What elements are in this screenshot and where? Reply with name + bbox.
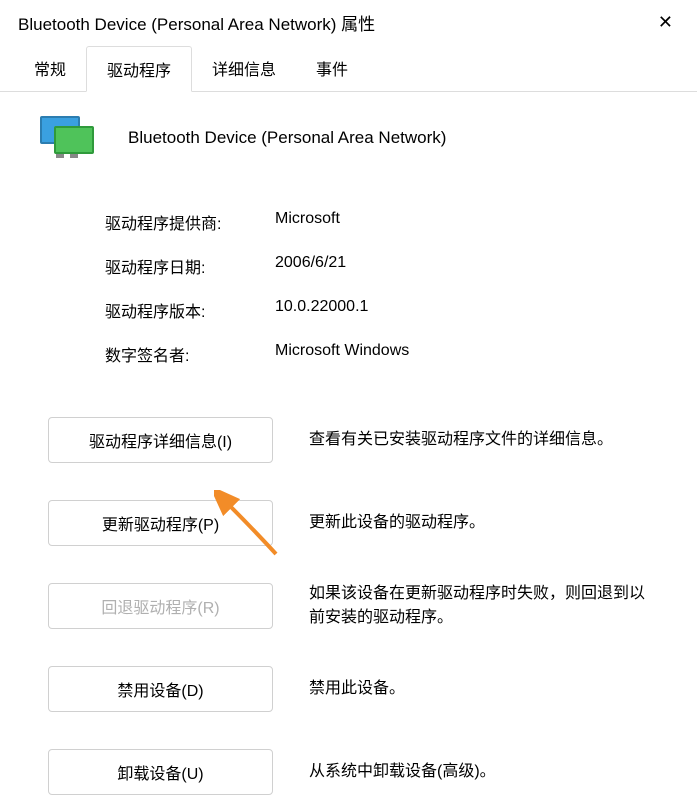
driver-provider-label: 驱动程序提供商: (105, 210, 275, 234)
tab-content: Bluetooth Device (Personal Area Network)… (0, 92, 697, 799)
device-header: Bluetooth Device (Personal Area Network) (40, 116, 657, 160)
tab-events[interactable]: 事件 (296, 46, 368, 92)
driver-version-label: 驱动程序版本: (105, 298, 275, 322)
update-driver-desc: 更新此设备的驱动程序。 (309, 511, 657, 535)
driver-details-desc: 查看有关已安装驱动程序文件的详细信息。 (309, 428, 657, 452)
update-driver-button[interactable]: 更新驱动程序(P) (48, 500, 273, 546)
window-title: Bluetooth Device (Personal Area Network)… (18, 10, 375, 35)
driver-version-row: 驱动程序版本: 10.0.22000.1 (40, 288, 657, 332)
digital-signer-value: Microsoft Windows (275, 342, 409, 366)
driver-date-row: 驱动程序日期: 2006/6/21 (40, 244, 657, 288)
driver-details-button[interactable]: 驱动程序详细信息(I) (48, 417, 273, 463)
tab-bar: 常规 驱动程序 详细信息 事件 (0, 45, 697, 92)
close-icon[interactable]: ✕ (650, 8, 681, 37)
titlebar: Bluetooth Device (Personal Area Network)… (0, 0, 697, 45)
network-device-icon (40, 116, 98, 160)
disable-device-desc: 禁用此设备。 (309, 677, 657, 701)
uninstall-device-desc: 从系统中卸载设备(高级)。 (309, 760, 657, 784)
driver-details-row: 驱动程序详细信息(I) 查看有关已安装驱动程序文件的详细信息。 (48, 412, 657, 467)
driver-version-value: 10.0.22000.1 (275, 298, 368, 322)
tab-details[interactable]: 详细信息 (192, 46, 296, 92)
driver-date-label: 驱动程序日期: (105, 254, 275, 278)
rollback-driver-row: 回退驱动程序(R) 如果该设备在更新驱动程序时失败，则回退到以前安装的驱动程序。 (48, 578, 657, 633)
rollback-driver-desc: 如果该设备在更新驱动程序时失败，则回退到以前安装的驱动程序。 (309, 582, 657, 630)
driver-date-value: 2006/6/21 (275, 254, 346, 278)
device-name: Bluetooth Device (Personal Area Network) (128, 128, 446, 148)
tab-general[interactable]: 常规 (14, 46, 86, 92)
tab-driver[interactable]: 驱动程序 (86, 46, 192, 92)
uninstall-device-row: 卸载设备(U) 从系统中卸载设备(高级)。 (48, 744, 657, 799)
driver-actions: 驱动程序详细信息(I) 查看有关已安装驱动程序文件的详细信息。 更新驱动程序(P… (40, 412, 657, 799)
digital-signer-label: 数字签名者: (105, 342, 275, 366)
disable-device-button[interactable]: 禁用设备(D) (48, 666, 273, 712)
uninstall-device-button[interactable]: 卸载设备(U) (48, 749, 273, 795)
digital-signer-row: 数字签名者: Microsoft Windows (40, 332, 657, 376)
disable-device-row: 禁用设备(D) 禁用此设备。 (48, 661, 657, 716)
update-driver-row: 更新驱动程序(P) 更新此设备的驱动程序。 (48, 495, 657, 550)
rollback-driver-button: 回退驱动程序(R) (48, 583, 273, 629)
driver-provider-row: 驱动程序提供商: Microsoft (40, 200, 657, 244)
driver-provider-value: Microsoft (275, 210, 340, 234)
